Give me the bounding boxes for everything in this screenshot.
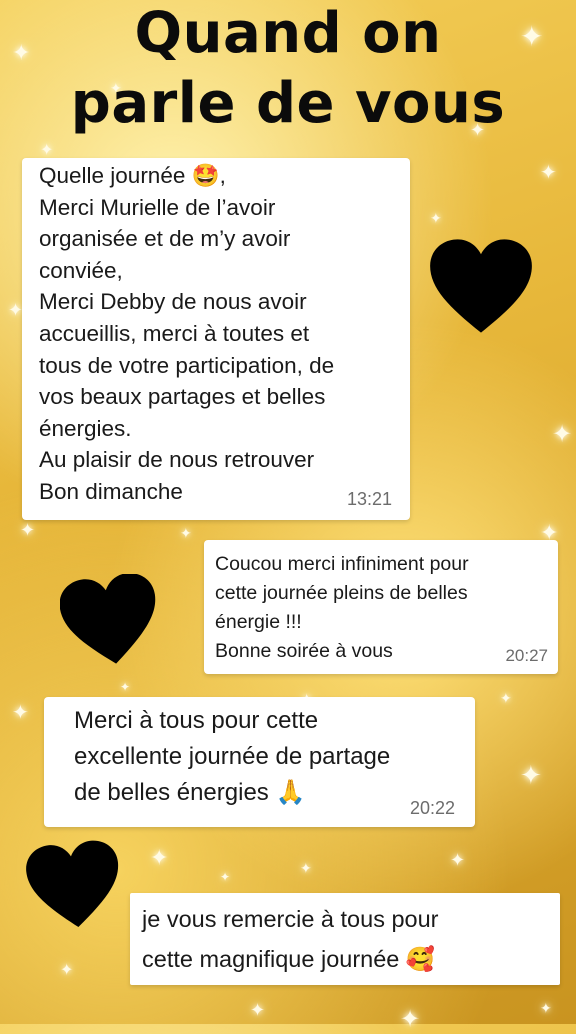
sparkle-icon: ✦ xyxy=(220,870,231,884)
sparkle-icon: ✦ xyxy=(60,962,74,979)
heart-icon xyxy=(26,840,119,928)
message-card-1: Quelle journée 🤩, Merci Murielle de l’av… xyxy=(22,158,410,520)
heart-icon xyxy=(60,574,156,664)
message-time: 13:21 xyxy=(346,489,392,509)
sparkle-icon: ✦ xyxy=(430,210,442,226)
message-time: 20:22 xyxy=(409,798,455,818)
sparkle-icon: ✦ xyxy=(8,300,24,320)
sparkle-icon: ✦ xyxy=(12,702,29,724)
title-line-1: Quand on xyxy=(134,1,442,66)
sparkle-icon: ✦ xyxy=(552,421,573,448)
sparkle-icon: ✦ xyxy=(500,690,512,706)
sparkle-icon: ✦ xyxy=(300,860,312,876)
sparkle-icon: ✦ xyxy=(20,520,36,540)
title-line-2: parle de vous xyxy=(70,71,506,136)
message-card-3: Merci à tous pour cette excellente journ… xyxy=(44,697,475,827)
sparkle-icon: ✦ xyxy=(180,525,192,541)
message-card-2: Coucou merci infiniment pour cette journ… xyxy=(204,540,558,674)
sparkle-icon: ✦ xyxy=(250,1000,266,1020)
sparkle-icon: ✦ xyxy=(450,850,466,870)
sparkle-icon: ✦ xyxy=(540,1000,552,1016)
sparkle-icon: ✦ xyxy=(540,162,557,184)
message-time: 20:27 xyxy=(505,646,548,665)
message-text: Quelle journée 🤩, Merci Murielle de l’av… xyxy=(39,163,335,504)
sparkle-icon: ✦ xyxy=(520,760,542,790)
sparkle-icon: ✦ xyxy=(400,1006,421,1033)
sparkle-icon: ✦ xyxy=(150,845,169,870)
heart-icon xyxy=(430,239,532,333)
sparkle-icon: ✦ xyxy=(120,680,131,694)
message-text: je vous remercie à tous pour cette magni… xyxy=(142,906,439,972)
message-text: Merci à tous pour cette excellente journ… xyxy=(74,707,391,806)
message-card-4: je vous remercie à tous pour cette magni… xyxy=(130,893,560,985)
message-text: Coucou merci infiniment pour cette journ… xyxy=(215,553,469,662)
sparkle-icon: ✦ xyxy=(40,142,54,159)
